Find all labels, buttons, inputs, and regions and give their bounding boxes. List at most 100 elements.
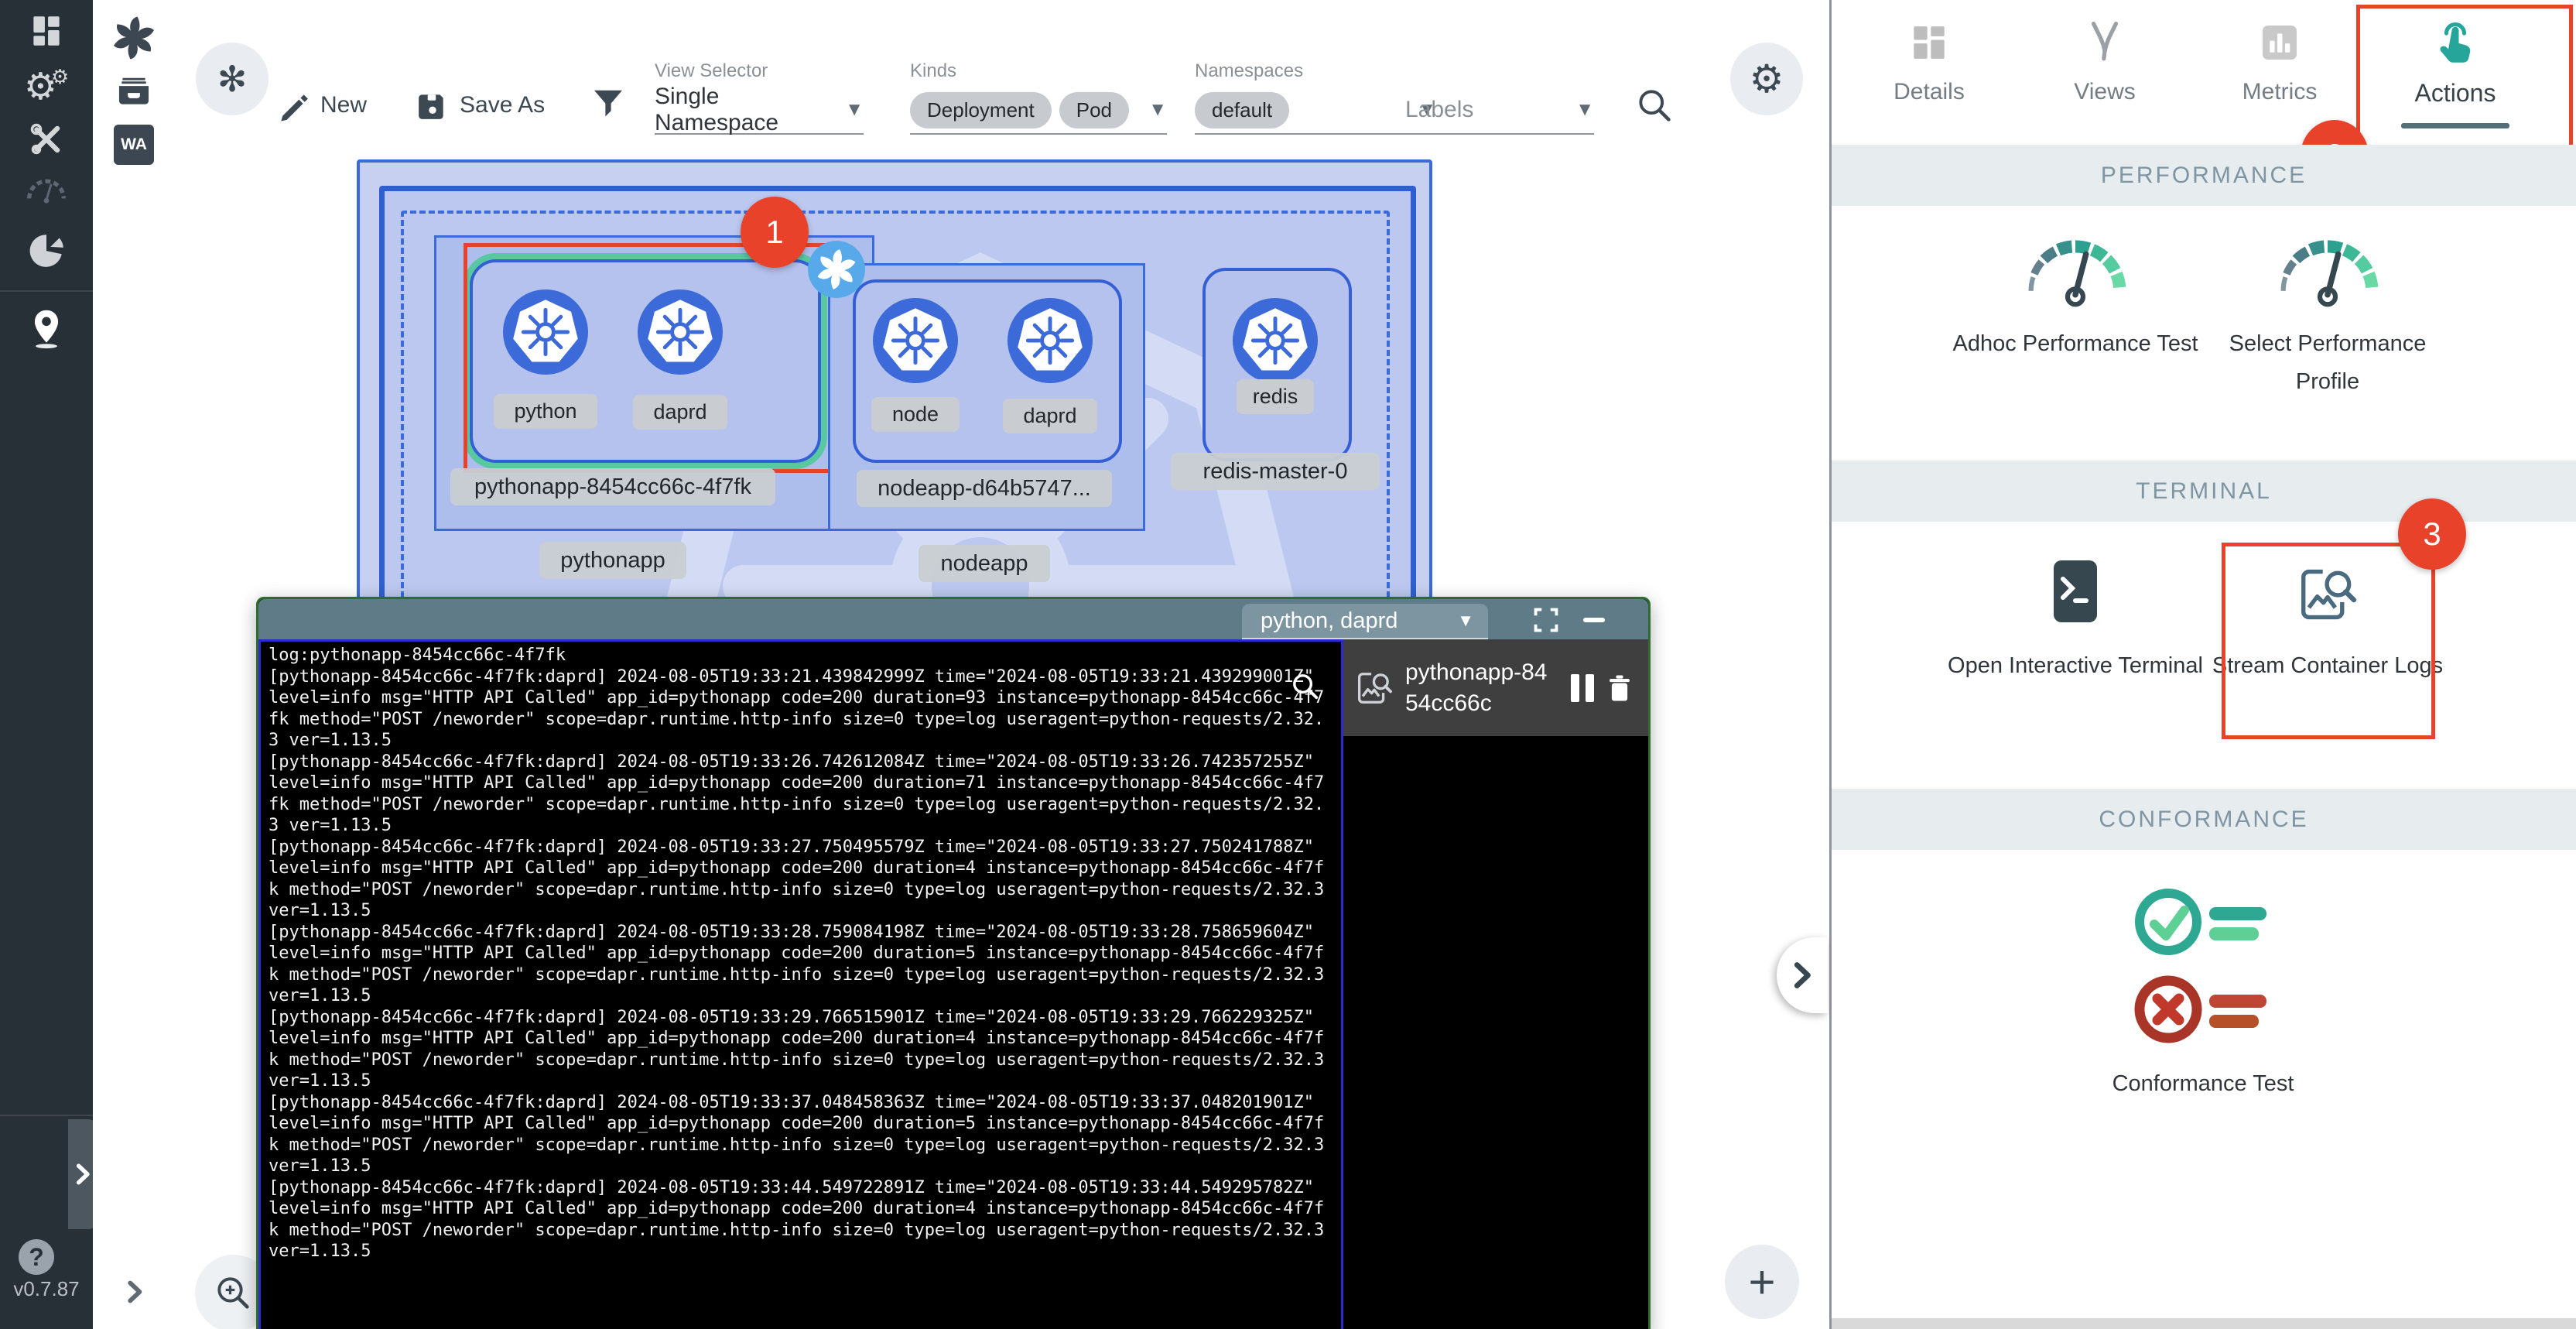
view-selector-control[interactable]: View Selector Single Namespace ▼ [655, 60, 864, 135]
filter-funnel-icon[interactable] [590, 87, 627, 124]
action-select-performance-profile[interactable]: Select Performance Profile [2200, 229, 2455, 401]
sidebar-divider [0, 290, 93, 292]
log-stream-window[interactable]: python, daprd ▼ log:pythonapp-8454cc66c-… [256, 597, 1651, 1329]
fullscreen-icon[interactable] [1534, 608, 1558, 632]
configuration-tools-icon[interactable] [0, 115, 93, 164]
container-label-daprd2: daprd [1003, 399, 1097, 433]
help-icon[interactable]: ? [19, 1239, 54, 1275]
namespaces-label: Namespaces [1195, 60, 1436, 82]
annotation-box-1 [464, 243, 833, 473]
kinds-filter-control[interactable]: Kinds Deployment Pod ▼ [910, 60, 1167, 135]
action-label: Conformance Test [2064, 1065, 2342, 1103]
action-adhoc-performance-test[interactable]: Adhoc Performance Test [1948, 229, 2203, 363]
save-as-button[interactable]: Save As [416, 87, 545, 124]
wasm-extension-badge[interactable]: WA [93, 118, 175, 172]
minimize-icon[interactable] [1583, 618, 1605, 622]
dashboard-icon[interactable] [0, 6, 93, 56]
annotation-box-2 [2356, 5, 2573, 149]
chevron-right-icon [74, 1163, 92, 1186]
tab-views[interactable]: Views [2020, 20, 2190, 105]
dapr-extension-icon[interactable] [93, 11, 175, 65]
kubernetes-container-redis-icon[interactable] [1233, 298, 1318, 383]
views-branch-icon [2082, 20, 2127, 65]
pod-name-label-nodeapp: nodeapp-d64b5747... [857, 470, 1112, 507]
log-stream-entry[interactable]: pythonapp-8454cc66c [1343, 639, 1648, 736]
gauge-icon [2266, 229, 2390, 311]
view-selector-value: Single Namespace [655, 84, 845, 136]
settings-gear-button[interactable]: ⚙ [1730, 43, 1803, 115]
save-icon [416, 89, 449, 122]
deployment-name-label-nodeapp: nodeapp [919, 545, 1050, 582]
log-output-pane[interactable]: log:pythonapp-8454cc66c-4f7fk [pythonapp… [258, 639, 1343, 1329]
gauge-icon [2013, 229, 2137, 311]
gear-icon: ⚙ [1750, 57, 1784, 101]
add-node-button[interactable]: + [1725, 1245, 1799, 1319]
log-entry: [pythonapp-8454cc66c-4f7fk:daprd] 2024-0… [269, 752, 1330, 837]
dapr-sidecar-icon[interactable] [808, 241, 865, 298]
performance-gauge-icon[interactable] [0, 166, 93, 215]
log-header-line: log:pythonapp-8454cc66c-4f7fk [269, 645, 1330, 666]
pod-name-label-redis: redis-master-0 [1171, 453, 1380, 490]
extensions-expand-chevron[interactable] [121, 1276, 149, 1308]
container-label-redis: redis [1237, 379, 1314, 414]
action-conformance-test[interactable]: Conformance Test [2064, 879, 2342, 1103]
kinds-label: Kinds [910, 60, 1167, 82]
pod-name-label-pythonapp: pythonapp-8454cc66c-4f7fk [450, 468, 775, 505]
right-panel-collapse-button[interactable] [1777, 937, 1828, 1013]
kind-chip-pod[interactable]: Pod [1059, 92, 1129, 128]
container-selector-value: python, daprd [1261, 608, 1397, 634]
log-entry: [pythonapp-8454cc66c-4f7fk:daprd] 2024-0… [269, 666, 1330, 752]
container-label-node: node [871, 397, 960, 432]
canvas-area[interactable]: python daprd pythonapp-8454cc66c-4f7fk p… [175, 0, 1832, 1329]
archive-extension-icon[interactable] [93, 65, 175, 119]
section-header-terminal: TERMINAL [1832, 461, 2576, 522]
patterns-pie-icon[interactable] [0, 224, 93, 274]
chevron-down-icon: ▼ [1457, 611, 1474, 631]
action-open-interactive-terminal[interactable]: Open Interactive Terminal [1948, 559, 2203, 685]
search-icon[interactable] [1634, 85, 1673, 124]
namespace-chip-default[interactable]: default [1195, 92, 1289, 128]
new-button[interactable]: New [277, 87, 367, 124]
left-sidebar: ⚙ ⚙ ? v0.7.87 [0, 0, 93, 1329]
lifecycle-gears-icon[interactable]: ⚙ ⚙ [0, 62, 93, 111]
log-entry: [pythonapp-8454cc66c-4f7fk:daprd] 2024-0… [269, 837, 1330, 922]
log-entry: [pythonapp-8454cc66c-4f7fk:daprd] 2024-0… [269, 922, 1330, 1007]
tab-details-label: Details [1894, 79, 1965, 105]
chevron-down-icon: ▼ [845, 99, 864, 121]
section-header-performance: PERFORMANCE [1832, 145, 2576, 206]
delete-stream-icon[interactable] [1602, 670, 1637, 706]
labels-filter-control[interactable]: Labels ▼ [1405, 60, 1594, 135]
details-grid-icon [1907, 20, 1952, 65]
app-window: ⚙ ⚙ ? v0.7.87 WA [0, 0, 2576, 1329]
kubernetes-container-daprd2-icon[interactable] [1007, 298, 1093, 383]
pause-stream-icon[interactable] [1571, 674, 1594, 702]
container-selector-dropdown[interactable]: python, daprd ▼ [1242, 604, 1488, 639]
conformance-checklist-icon [2130, 879, 2277, 1057]
panel-footer-strip [1832, 1318, 2576, 1329]
annotation-badge-3: 3 [2398, 498, 2466, 570]
namespaces-filter-control[interactable]: Namespaces default ▼ [1195, 60, 1436, 135]
kubernetes-container-node-icon[interactable] [873, 298, 958, 383]
deployment-name-label-pythonapp: pythonapp [539, 542, 686, 579]
log-entry: [pythonapp-8454cc66c-4f7fk:daprd] 2024-0… [269, 1007, 1330, 1092]
tab-metrics[interactable]: Metrics [2195, 20, 2365, 105]
chevron-down-icon: ▼ [1148, 99, 1167, 121]
spaces-switcher-button[interactable]: ✻ [196, 43, 269, 115]
kanvas-location-pin-icon[interactable] [0, 303, 93, 353]
action-label: Select Performance Profile [2200, 325, 2455, 401]
kind-chip-deployment[interactable]: Deployment [910, 92, 1052, 128]
tab-views-label: Views [2074, 79, 2135, 105]
log-search-icon[interactable] [1288, 670, 1322, 704]
plus-icon: + [1748, 1255, 1775, 1309]
terminal-icon [2051, 559, 2100, 624]
pencil-icon [277, 89, 310, 122]
sidebar-divider-bottom [0, 1115, 93, 1116]
view-selector-label: View Selector [655, 60, 864, 82]
action-label: Open Interactive Terminal [1948, 647, 2203, 685]
annotation-box-3 [2222, 543, 2435, 739]
labels-placeholder: Labels [1405, 97, 1473, 123]
zoom-in-magnifier-icon [211, 1271, 256, 1316]
tab-details[interactable]: Details [1844, 20, 2014, 105]
stream-logs-icon [1354, 668, 1394, 708]
log-window-header[interactable]: python, daprd ▼ [258, 599, 1648, 639]
